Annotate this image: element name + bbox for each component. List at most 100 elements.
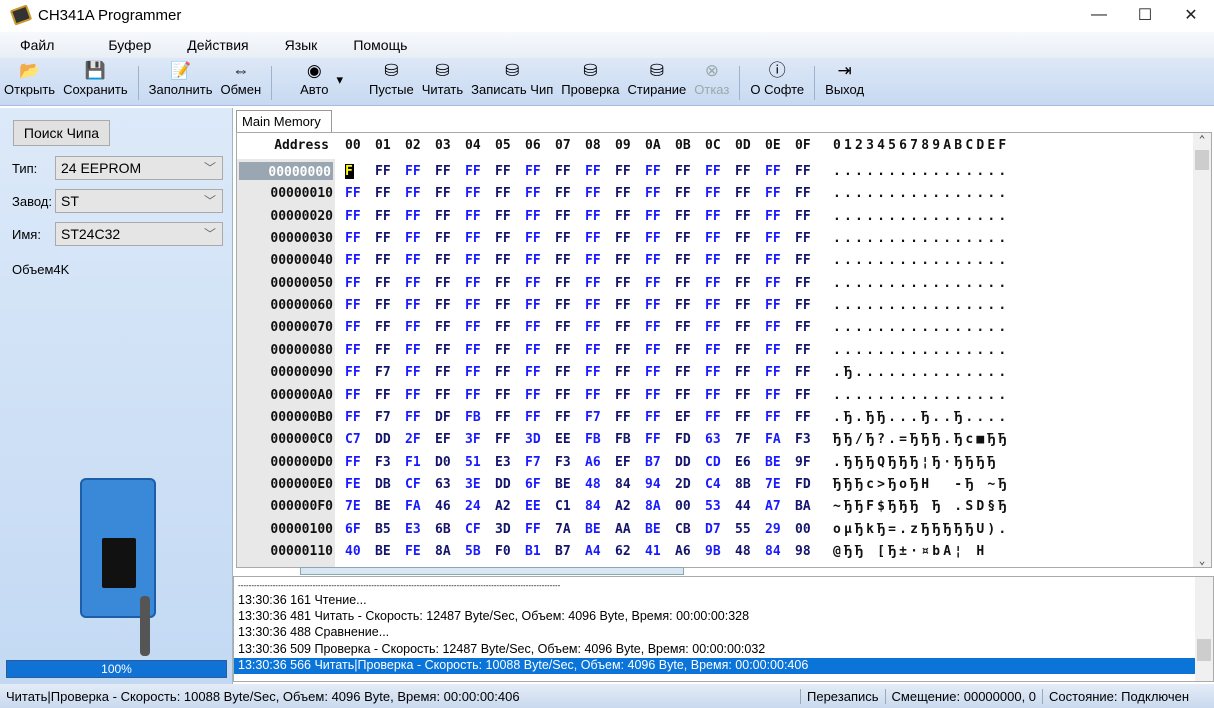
- hex-byte[interactable]: A6: [585, 455, 609, 470]
- splitter-handle[interactable]: [300, 567, 684, 575]
- hex-byte[interactable]: F7: [375, 365, 399, 380]
- hex-byte[interactable]: FF: [525, 164, 549, 179]
- hex-byte[interactable]: D7: [705, 522, 729, 537]
- hex-byte[interactable]: FF: [525, 298, 549, 313]
- hex-byte[interactable]: FF: [435, 231, 459, 246]
- hex-byte[interactable]: 84: [615, 477, 639, 492]
- maximize-button[interactable]: ☐: [1122, 0, 1168, 30]
- hex-byte[interactable]: FF: [735, 209, 759, 224]
- hex-byte[interactable]: FF: [525, 320, 549, 335]
- hex-byte[interactable]: FF: [765, 320, 789, 335]
- hex-byte[interactable]: FF: [645, 231, 669, 246]
- hex-byte[interactable]: FF: [495, 298, 519, 313]
- hex-byte[interactable]: FF: [345, 320, 369, 335]
- hex-byte[interactable]: FF: [615, 410, 639, 425]
- hex-byte[interactable]: 2F: [405, 432, 429, 447]
- hex-byte[interactable]: F3: [795, 432, 819, 447]
- hex-byte[interactable]: 94: [645, 477, 669, 492]
- hex-byte[interactable]: 6B: [435, 522, 459, 537]
- hex-byte[interactable]: 7E: [345, 499, 369, 514]
- hex-byte[interactable]: BA: [795, 499, 819, 514]
- hex-byte[interactable]: FF: [525, 186, 549, 201]
- hex-byte[interactable]: FF: [375, 186, 399, 201]
- hex-byte[interactable]: FF: [555, 388, 579, 403]
- hex-byte[interactable]: FF: [585, 320, 609, 335]
- hex-byte[interactable]: FF: [405, 276, 429, 291]
- hex-byte[interactable]: BE: [375, 499, 399, 514]
- hex-byte[interactable]: FF: [735, 164, 759, 179]
- hex-byte[interactable]: 8B: [735, 477, 759, 492]
- hex-byte[interactable]: AA: [615, 522, 639, 537]
- hex-byte[interactable]: FF: [735, 410, 759, 425]
- hex-byte[interactable]: 3F: [465, 432, 489, 447]
- hex-byte[interactable]: 48: [585, 477, 609, 492]
- hex-byte[interactable]: 2D: [675, 477, 699, 492]
- hex-byte[interactable]: FF: [465, 388, 489, 403]
- hex-byte[interactable]: FF: [675, 186, 699, 201]
- hex-byte[interactable]: FF: [345, 298, 369, 313]
- row-ascii[interactable]: ................: [833, 298, 1009, 313]
- hex-byte[interactable]: FF: [795, 410, 819, 425]
- hex-byte[interactable]: FF: [435, 343, 459, 358]
- hex-byte[interactable]: FF: [615, 298, 639, 313]
- row-ascii[interactable]: ~ЂЂF$ЂЂЂ Ђ .SD§Ђ: [833, 499, 1009, 514]
- hex-byte[interactable]: F1: [405, 455, 429, 470]
- hex-byte[interactable]: FF: [735, 186, 759, 201]
- hex-byte[interactable]: FF: [405, 164, 429, 179]
- hex-byte[interactable]: 62: [615, 544, 639, 559]
- hex-byte[interactable]: BE: [555, 477, 579, 492]
- hex-byte[interactable]: FF: [465, 186, 489, 201]
- hex-byte[interactable]: F3: [375, 455, 399, 470]
- hex-byte[interactable]: FF: [765, 276, 789, 291]
- hex-byte[interactable]: FF: [615, 253, 639, 268]
- hex-byte[interactable]: 41: [645, 544, 669, 559]
- hex-byte[interactable]: FA: [765, 432, 789, 447]
- row-ascii[interactable]: ................: [833, 209, 1009, 224]
- hex-byte[interactable]: FF: [465, 298, 489, 313]
- hex-byte[interactable]: FF: [435, 320, 459, 335]
- hex-byte[interactable]: FF: [675, 388, 699, 403]
- hex-byte[interactable]: FF: [675, 276, 699, 291]
- hex-byte[interactable]: BE: [765, 455, 789, 470]
- hex-byte[interactable]: FF: [345, 231, 369, 246]
- hex-byte[interactable]: FF: [705, 343, 729, 358]
- hex-byte[interactable]: FF: [465, 343, 489, 358]
- read-button[interactable]: ⛁ Читать: [418, 58, 467, 97]
- hex-byte[interactable]: FF: [645, 320, 669, 335]
- hex-byte[interactable]: FF: [585, 253, 609, 268]
- hex-byte[interactable]: FF: [795, 186, 819, 201]
- hex-byte[interactable]: 44: [735, 499, 759, 514]
- hex-byte[interactable]: FF: [735, 253, 759, 268]
- hex-byte[interactable]: 40: [345, 544, 369, 559]
- hex-byte[interactable]: FF: [495, 276, 519, 291]
- hex-byte[interactable]: FF: [495, 186, 519, 201]
- hex-byte[interactable]: FF: [345, 164, 354, 179]
- menu-help[interactable]: Помощь: [333, 37, 407, 53]
- hex-byte[interactable]: FF: [555, 276, 579, 291]
- hex-byte[interactable]: FF: [795, 343, 819, 358]
- hex-byte[interactable]: F7: [525, 455, 549, 470]
- name-select[interactable]: ST24C32 ﹀: [55, 222, 223, 246]
- hex-byte[interactable]: FF: [765, 186, 789, 201]
- hex-byte[interactable]: BE: [645, 522, 669, 537]
- hex-byte[interactable]: EF: [435, 432, 459, 447]
- hex-byte[interactable]: FF: [495, 231, 519, 246]
- erase-button[interactable]: ⛁ Стирание: [624, 58, 691, 97]
- hex-byte[interactable]: FF: [765, 253, 789, 268]
- hex-byte[interactable]: FF: [765, 298, 789, 313]
- hex-byte[interactable]: FF: [675, 343, 699, 358]
- hex-byte[interactable]: FF: [555, 320, 579, 335]
- hex-byte[interactable]: FF: [585, 164, 609, 179]
- hex-byte[interactable]: B5: [375, 522, 399, 537]
- hex-byte[interactable]: BE: [375, 544, 399, 559]
- hex-byte[interactable]: FF: [795, 164, 819, 179]
- hex-byte[interactable]: FF: [525, 231, 549, 246]
- hex-byte[interactable]: FF: [765, 388, 789, 403]
- hex-byte[interactable]: FF: [345, 209, 369, 224]
- hex-byte[interactable]: C7: [345, 432, 369, 447]
- hex-byte[interactable]: FF: [375, 298, 399, 313]
- hex-byte[interactable]: FF: [645, 164, 669, 179]
- hex-byte[interactable]: FF: [615, 276, 639, 291]
- hex-byte[interactable]: FF: [585, 209, 609, 224]
- hex-byte[interactable]: FF: [375, 388, 399, 403]
